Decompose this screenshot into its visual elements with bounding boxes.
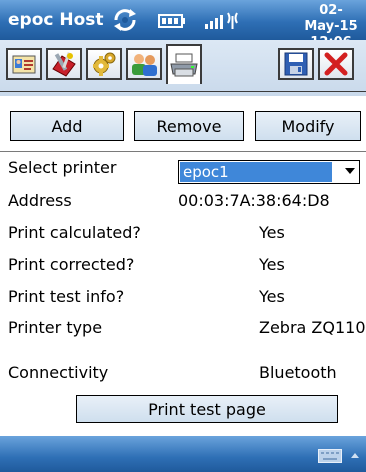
title-bar: epoc Host 02-May-15 — [0, 0, 366, 50]
print-test-info-label: Print test info? — [8, 287, 125, 306]
keyboard-icon[interactable] — [318, 448, 342, 467]
tab-settings[interactable] — [86, 48, 122, 80]
select-printer-label: Select printer — [8, 158, 117, 177]
print-calculated-value[interactable]: Yes — [259, 223, 285, 243]
print-calculated-label: Print calculated? — [8, 223, 141, 242]
printer-icon — [170, 53, 198, 77]
address-label: Address — [8, 191, 72, 210]
toolbar — [0, 40, 366, 96]
save-button[interactable] — [278, 48, 314, 80]
print-corrected-label: Print corrected? — [8, 255, 135, 274]
date-text: 02-May-15 — [304, 3, 358, 34]
printer-type-label: Printer type — [8, 318, 103, 337]
save-icon — [284, 52, 308, 76]
battery-icon — [158, 13, 186, 32]
tab-test-tools[interactable] — [46, 48, 82, 80]
chevron-up-icon[interactable] — [351, 453, 359, 458]
modify-button[interactable]: Modify — [255, 111, 361, 141]
bottom-bar — [0, 436, 366, 472]
address-value: 00:03:7A:38:64:D8 — [178, 191, 330, 210]
chevron-down-icon[interactable] — [345, 168, 355, 174]
app-title: epoc Host — [8, 10, 104, 30]
print-test-page-button[interactable]: Print test page — [76, 395, 338, 423]
tab-printer[interactable] — [166, 44, 202, 84]
users-icon — [132, 54, 157, 76]
patient-icon — [12, 55, 36, 74]
settings-icon — [93, 52, 116, 76]
printer-select-value: epoc1 — [180, 162, 332, 182]
sync-icon[interactable] — [112, 8, 138, 36]
print-test-info-value[interactable]: Yes — [259, 287, 285, 307]
printer-select[interactable]: epoc1 — [178, 160, 360, 184]
printer-type-value: Zebra ZQ110 — [259, 318, 366, 337]
connectivity-value: Bluetooth — [259, 363, 337, 382]
signal-icon — [204, 10, 240, 34]
toolbar-divider — [0, 91, 366, 92]
connectivity-label: Connectivity — [8, 363, 109, 382]
tab-patient[interactable] — [6, 48, 42, 80]
printer-settings-panel: Add Remove Modify Select printer epoc1 A… — [0, 96, 366, 436]
tab-users[interactable] — [126, 48, 162, 80]
close-icon — [324, 52, 348, 76]
close-button[interactable] — [318, 48, 354, 80]
divider — [0, 151, 366, 152]
remove-button[interactable]: Remove — [134, 111, 244, 141]
add-button[interactable]: Add — [10, 111, 124, 141]
epoc-host-screen: epoc Host 02-May-15 Add Remove Modify Se… — [0, 0, 366, 472]
test-tools-icon — [52, 52, 76, 77]
print-corrected-value[interactable]: Yes — [259, 255, 285, 275]
